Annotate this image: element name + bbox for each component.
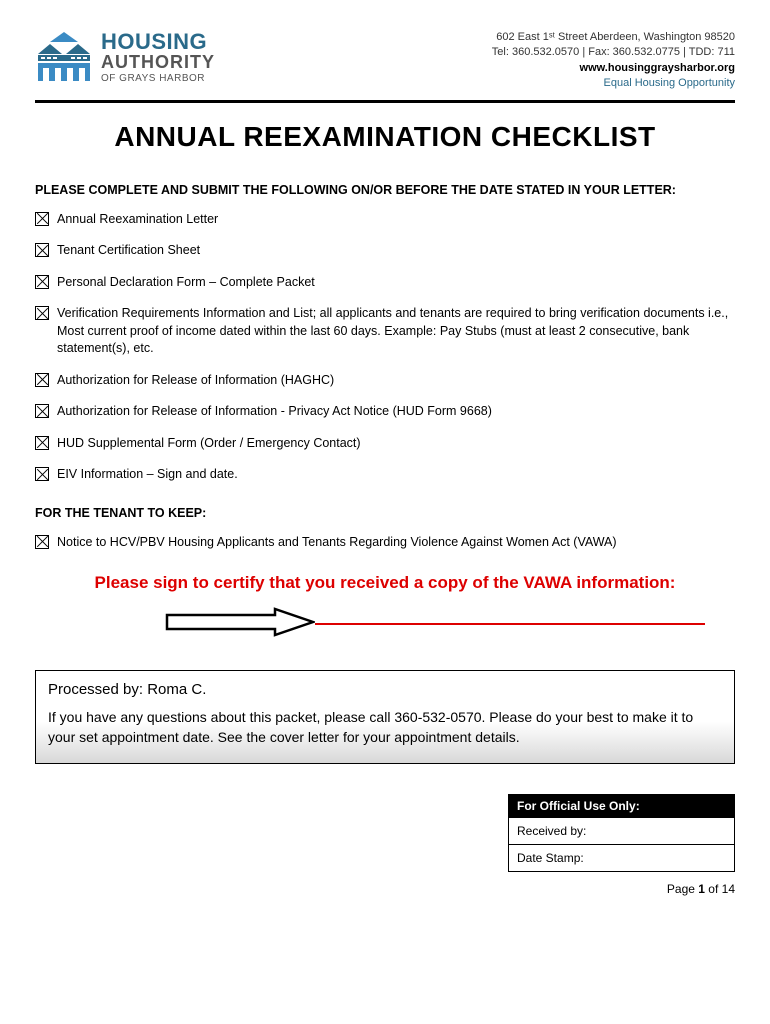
checklist-label: Personal Declaration Form – Complete Pac…	[57, 274, 315, 292]
processed-note: If you have any questions about this pac…	[48, 708, 722, 747]
official-use-box: For Official Use Only: Received by: Date…	[508, 794, 735, 872]
checklist-label: Notice to HCV/PBV Housing Applicants and…	[57, 534, 617, 552]
arrow-right-icon	[165, 607, 315, 640]
checklist-label: Tenant Certification Sheet	[57, 242, 200, 260]
processed-box: Processed by: Roma C. If you have any qu…	[35, 670, 735, 764]
contact-phone: Tel: 360.532.0570 | Fax: 360.532.0775 | …	[492, 45, 735, 60]
contact-address: 602 East 1ˢᵗ Street Aberdeen, Washington…	[492, 30, 735, 45]
document-title: ANNUAL REEXAMINATION CHECKLIST	[35, 121, 735, 153]
checklist-item: HUD Supplemental Form (Order / Emergency…	[35, 435, 735, 453]
checklist-label: HUD Supplemental Form (Order / Emergency…	[57, 435, 361, 453]
logo-title-2: AUTHORITY	[101, 53, 215, 71]
document-header: HOUSING AUTHORITY OF GRAYS HARBOR 602 Ea…	[35, 30, 735, 103]
checkbox-checked-icon	[35, 275, 49, 289]
logo-title-3: OF GRAYS HARBOR	[101, 73, 215, 84]
date-stamp-row: Date Stamp:	[509, 844, 734, 871]
signature-line[interactable]	[315, 623, 705, 625]
checklist-label: Annual Reexamination Letter	[57, 211, 218, 229]
page-number: Page 1 of 14	[35, 882, 735, 896]
checkbox-checked-icon	[35, 373, 49, 387]
checklist-item: Authorization for Release of Information…	[35, 372, 735, 390]
checklist-item: Tenant Certification Sheet	[35, 242, 735, 260]
checklist-item: Authorization for Release of Information…	[35, 403, 735, 421]
logo-title-1: HOUSING	[101, 31, 215, 53]
vawa-sign-heading: Please sign to certify that you received…	[35, 573, 735, 593]
logo-text: HOUSING AUTHORITY OF GRAYS HARBOR	[101, 31, 215, 84]
processed-by: Processed by: Roma C.	[48, 681, 722, 698]
checklist-item: Verification Requirements Information an…	[35, 305, 735, 358]
checklist-label: Authorization for Release of Information…	[57, 372, 334, 390]
checklist-label: Verification Requirements Information an…	[57, 305, 735, 358]
checkbox-checked-icon	[35, 436, 49, 450]
official-use-header: For Official Use Only:	[509, 795, 734, 817]
checklist-label: EIV Information – Sign and date.	[57, 466, 238, 484]
checkbox-checked-icon	[35, 212, 49, 226]
checklist-item: Notice to HCV/PBV Housing Applicants and…	[35, 534, 735, 552]
checkbox-checked-icon	[35, 535, 49, 549]
checklist-label: Authorization for Release of Information…	[57, 403, 492, 421]
contact-block: 602 East 1ˢᵗ Street Aberdeen, Washington…	[492, 30, 735, 92]
checkbox-checked-icon	[35, 404, 49, 418]
housing-authority-logo-icon	[35, 30, 93, 85]
checklist-item: Personal Declaration Form – Complete Pac…	[35, 274, 735, 292]
checklist-item: EIV Information – Sign and date.	[35, 466, 735, 484]
checkbox-checked-icon	[35, 243, 49, 257]
contact-eho: Equal Housing Opportunity	[492, 76, 735, 91]
checkbox-checked-icon	[35, 306, 49, 320]
checklist-item: Annual Reexamination Letter	[35, 211, 735, 229]
section-2-heading: FOR THE TENANT TO KEEP:	[35, 506, 735, 520]
section-1-heading: PLEASE COMPLETE AND SUBMIT THE FOLLOWING…	[35, 183, 735, 197]
contact-website: www.housinggraysharbor.org	[492, 61, 735, 76]
received-by-row: Received by:	[509, 817, 734, 844]
signature-row	[35, 607, 735, 640]
checkbox-checked-icon	[35, 467, 49, 481]
logo-block: HOUSING AUTHORITY OF GRAYS HARBOR	[35, 30, 215, 85]
